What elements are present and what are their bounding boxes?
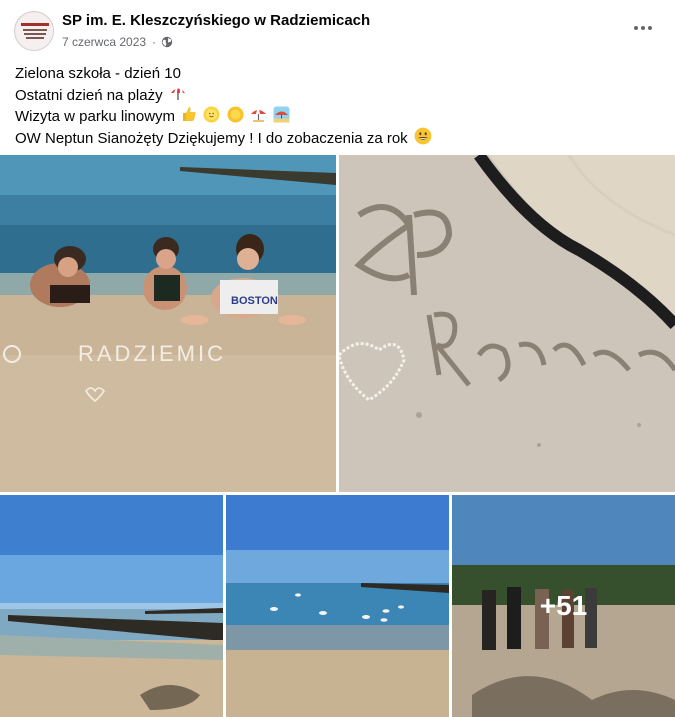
post-date-link[interactable]: 7 czerwca 2023 — [62, 35, 146, 49]
more-options-icon[interactable] — [625, 14, 661, 42]
beach-umbrella-icon — [250, 108, 266, 122]
photo-seagulls[interactable] — [226, 495, 449, 717]
post-line: Zielona szkoła - dzień 10 — [15, 64, 432, 84]
photo-sand-writing[interactable] — [339, 155, 675, 492]
meta-separator: · — [152, 35, 157, 49]
grinning-face-icon — [414, 127, 432, 144]
smiling-sun-icon — [203, 106, 220, 123]
sand-shell-text: RADZIEMIC — [78, 341, 226, 366]
post-header: SP im. E. Kleszczyńskiego w Radziemicach… — [0, 0, 675, 60]
more-photos-overlay[interactable]: +51 — [452, 495, 675, 717]
photo-seagulls-image — [226, 495, 449, 717]
post-message: Zielona szkoła - dzień 10 Ostatni dzień … — [15, 64, 432, 148]
photo-more[interactable]: +51 — [452, 495, 675, 717]
globe-icon — [161, 36, 173, 48]
more-dot — [648, 26, 652, 30]
more-photos-count: +51 — [539, 590, 588, 621]
umbrella-icon — [170, 85, 185, 100]
post-line: Wizyta w parku linowym — [15, 105, 432, 127]
more-dot — [641, 26, 645, 30]
post-line-text: OW Neptun Sianożęty Dziękujemy ! I do zo… — [15, 129, 408, 147]
school-logo — [16, 13, 53, 50]
post-line: Ostatni dzień na plaży — [15, 84, 432, 106]
photo-beach-group[interactable]: BOSTON RADZIEMIC — [0, 155, 336, 492]
photo-breakwater[interactable] — [0, 495, 223, 717]
post-line-text: Ostatni dzień na plaży — [15, 86, 163, 104]
shirt-text: BOSTON — [231, 295, 278, 307]
page-avatar[interactable] — [14, 11, 54, 51]
beach-icon — [273, 106, 290, 123]
post-line-text: Zielona szkoła - dzień 10 — [15, 65, 181, 82]
photo-sand-writing-image — [339, 155, 675, 492]
photo-breakwater-image — [0, 495, 223, 717]
post-meta: 7 czerwca 2023 · — [62, 35, 173, 49]
page-name-link[interactable]: SP im. E. Kleszczyńskiego w Radziemicach — [62, 12, 370, 29]
more-dot — [634, 26, 638, 30]
post-line: OW Neptun Sianożęty Dziękujemy ! I do zo… — [15, 127, 432, 149]
photo-beach-group-image: BOSTON RADZIEMIC — [0, 155, 336, 492]
thumbs-up-icon — [183, 107, 196, 121]
post-line-text: Wizyta w parku linowym — [15, 108, 176, 125]
sun-icon — [227, 106, 244, 123]
